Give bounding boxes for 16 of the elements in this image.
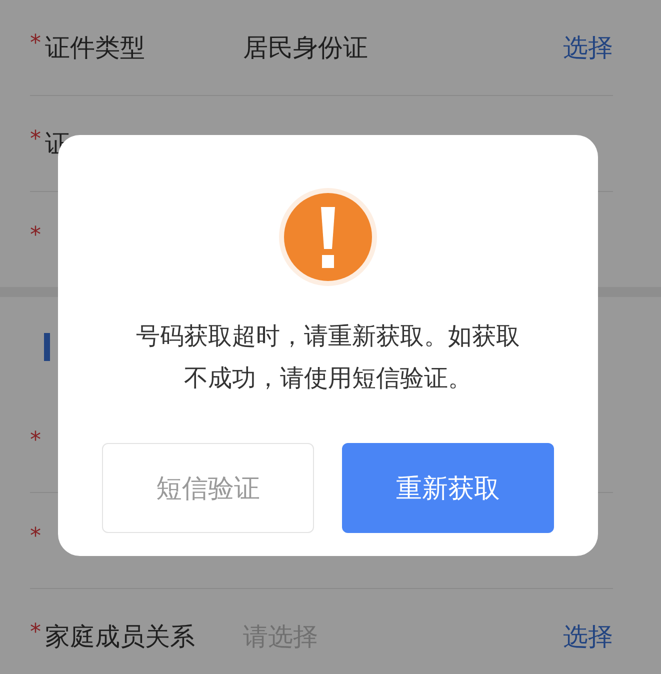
retry-button[interactable]: 重新获取 [342,443,554,533]
required-mark: * [30,524,42,549]
required-mark: * [30,620,42,645]
sms-verify-button[interactable]: 短信验证 [102,443,314,533]
select-link[interactable]: 选择 [563,31,613,64]
dialog-message: 号码获取超时，请重新获取。如获取不成功，请使用短信验证。 [135,321,521,394]
field-label: 家庭成员关系 [45,621,196,653]
required-mark: * [30,31,42,56]
warning-icon [278,187,378,287]
select-link[interactable]: 选择 [563,620,613,653]
section-marker [44,333,50,361]
required-mark: * [30,127,42,152]
field-value: 居民身份证 [243,32,369,64]
required-mark: * [30,428,42,453]
field-label: 证件类型 [45,32,146,64]
required-mark: * [30,223,42,248]
